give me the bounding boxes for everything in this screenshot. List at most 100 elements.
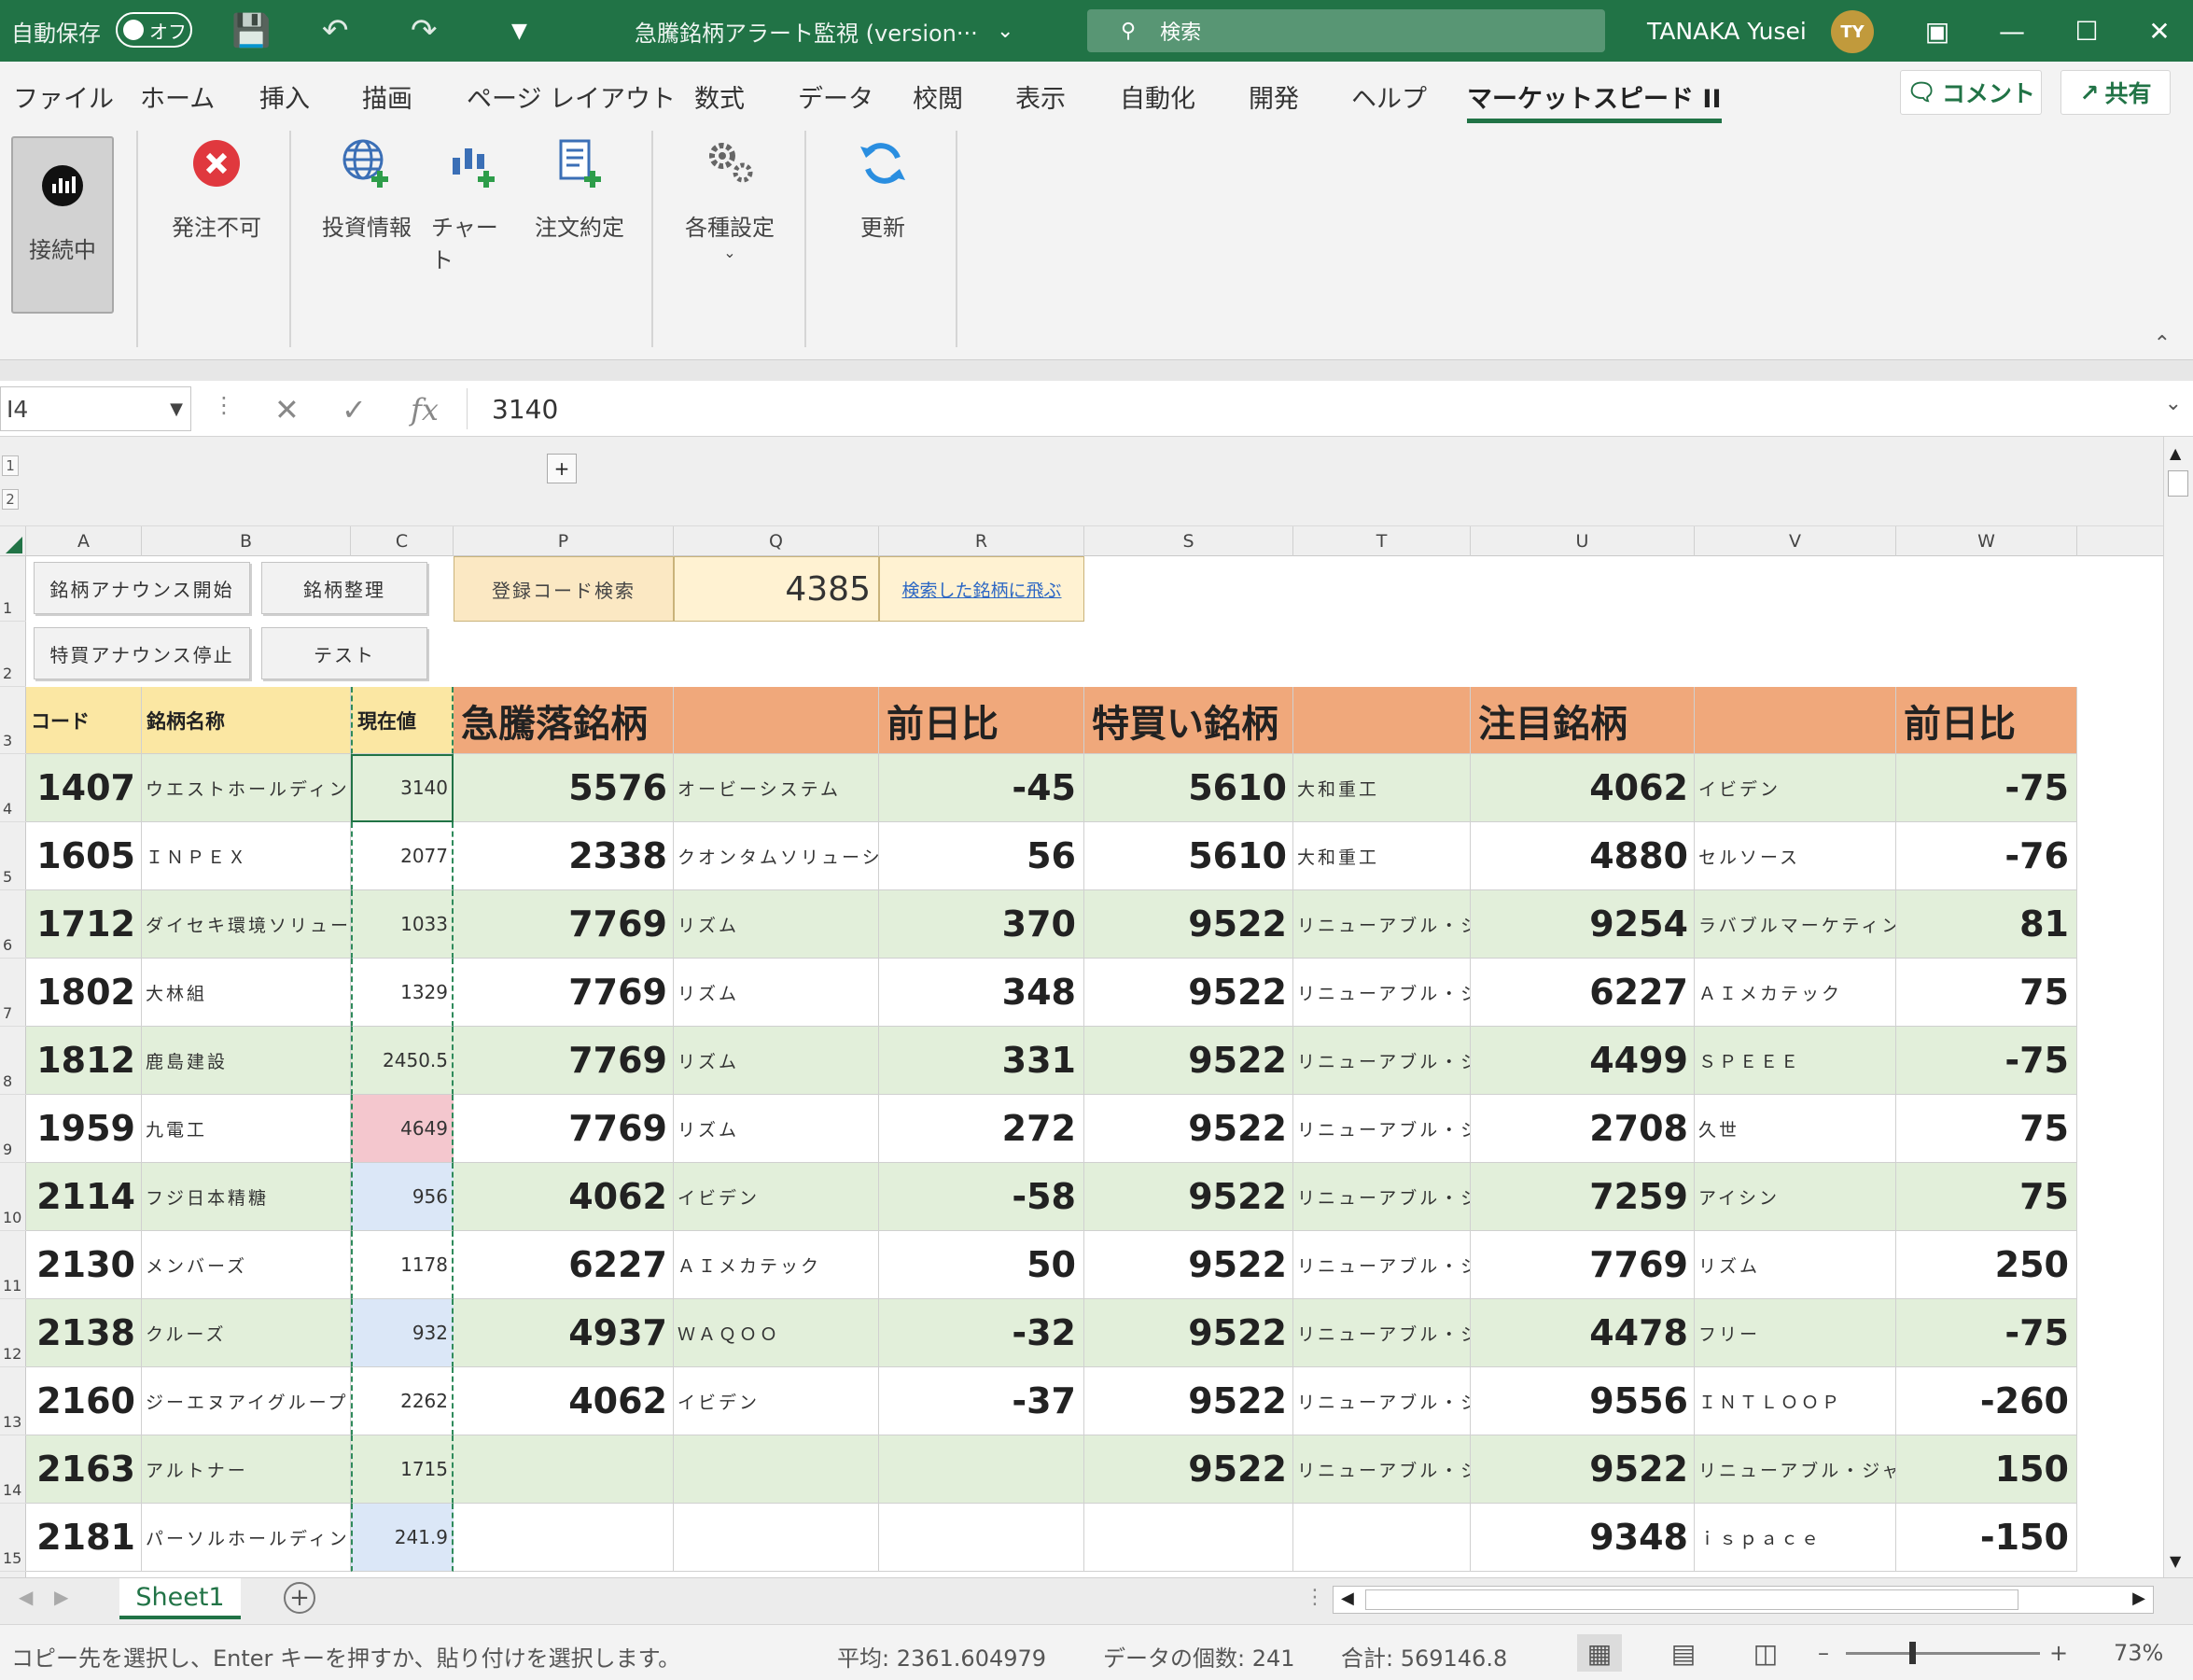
table-cell-special-name[interactable]: リニューアブル・ジ: [1293, 1095, 1471, 1163]
table-cell-special-name[interactable]: リニューアブル・ジ: [1293, 1231, 1471, 1299]
table-cell-special-code[interactable]: 9522: [1084, 1095, 1293, 1163]
table-cell-diff[interactable]: [879, 1504, 1084, 1572]
table-cell-watch-code[interactable]: 9348: [1471, 1504, 1695, 1572]
column-header[interactable]: V: [1695, 526, 1896, 556]
table-cell-code[interactable]: 2163: [26, 1435, 142, 1504]
table-cell-surge-name[interactable]: [674, 1504, 879, 1572]
table-cell-surge-name[interactable]: ＡＩメカテック: [674, 1231, 879, 1299]
page-layout-view-icon[interactable]: ▤: [1661, 1634, 1706, 1672]
table-cell-special-name[interactable]: リニューアブル・ジ: [1293, 959, 1471, 1027]
table-cell-special-name[interactable]: 大和重工: [1293, 822, 1471, 890]
table-cell-diff2[interactable]: -75: [1896, 1299, 2077, 1367]
table-cell-code[interactable]: 2138: [26, 1299, 142, 1367]
next-sheet-icon[interactable]: ▶: [54, 1586, 68, 1608]
table-cell-name[interactable]: パーソルホールディン: [142, 1504, 351, 1572]
splitter-icon[interactable]: ⋮: [1305, 1586, 1325, 1609]
table-cell-surge-code[interactable]: [454, 1435, 674, 1504]
autosave-toggle[interactable]: オフ: [116, 12, 192, 48]
table-cell-watch-code[interactable]: 4499: [1471, 1027, 1695, 1095]
table-cell-diff2[interactable]: -150: [1896, 1504, 2077, 1572]
user-name[interactable]: TANAKA Yusei: [1647, 0, 1807, 62]
row-header[interactable]: 4: [0, 754, 26, 822]
table-cell-special-name[interactable]: リニューアブル・ジ: [1293, 1435, 1471, 1504]
tab-help[interactable]: ヘルプ: [1351, 78, 1427, 115]
row-header[interactable]: 1: [0, 556, 26, 622]
table-cell-price[interactable]: 3140: [351, 754, 454, 822]
table-cell-surge-name[interactable]: リズム: [674, 890, 879, 959]
table-cell-name[interactable]: 大林組: [142, 959, 351, 1027]
table-cell-diff2[interactable]: 81: [1896, 890, 2077, 959]
tab-automate[interactable]: 自動化: [1120, 78, 1195, 115]
normal-view-icon[interactable]: ▦: [1577, 1634, 1622, 1672]
table-cell-surge-code[interactable]: 4062: [454, 1367, 674, 1435]
row-header[interactable]: 10: [0, 1163, 26, 1231]
column-header[interactable]: Q: [674, 526, 879, 556]
table-cell-watch-code[interactable]: 6227: [1471, 959, 1695, 1027]
table-cell-surge-code[interactable]: 7769: [454, 959, 674, 1027]
prev-sheet-icon[interactable]: ◀: [19, 1586, 33, 1608]
table-cell-special-code[interactable]: 9522: [1084, 1435, 1293, 1504]
table-cell-surge-code[interactable]: 4937: [454, 1299, 674, 1367]
row-header[interactable]: 2: [0, 622, 26, 687]
table-cell-watch-code[interactable]: 2708: [1471, 1095, 1695, 1163]
table-cell-price[interactable]: 2077: [351, 822, 454, 890]
status-sum[interactable]: 合計: 569146.8: [1341, 1640, 1507, 1673]
table-cell-watch-code[interactable]: 9556: [1471, 1367, 1695, 1435]
sheet-cells[interactable]: 銘柄アナウンス開始 銘柄整理 特買アナウンス停止 テスト 登録コード検索 4385 検索した…: [26, 556, 2163, 1577]
table-cell-diff2[interactable]: -76: [1896, 822, 2077, 890]
table-cell-watch-name[interactable]: ＩＮＴＬＯＯＰ: [1695, 1367, 1896, 1435]
table-cell-diff[interactable]: 370: [879, 890, 1084, 959]
table-cell-price[interactable]: 1178: [351, 1231, 454, 1299]
column-header[interactable]: T: [1293, 526, 1471, 556]
table-cell-price[interactable]: 241.9: [351, 1504, 454, 1572]
save-icon[interactable]: 💾: [231, 0, 271, 62]
table-cell-surge-code[interactable]: 7769: [454, 1027, 674, 1095]
table-cell-price[interactable]: 2262: [351, 1367, 454, 1435]
enter-icon[interactable]: ✓: [342, 392, 367, 427]
table-cell-special-code[interactable]: 5610: [1084, 754, 1293, 822]
table-cell-watch-name[interactable]: ＡＩメカテック: [1695, 959, 1896, 1027]
vertical-scrollbar[interactable]: ▲ ▼: [2163, 437, 2193, 1577]
row-header[interactable]: 3: [0, 687, 26, 754]
comment-button[interactable]: 🗨 コメント: [1900, 70, 2042, 115]
table-cell-surge-code[interactable]: 7769: [454, 1095, 674, 1163]
table-cell-name[interactable]: 九電工: [142, 1095, 351, 1163]
table-cell-surge-name[interactable]: リズム: [674, 959, 879, 1027]
table-cell-watch-code[interactable]: 9254: [1471, 890, 1695, 959]
table-cell-surge-name[interactable]: イビデン: [674, 1367, 879, 1435]
table-cell-special-code[interactable]: 5610: [1084, 822, 1293, 890]
table-cell-special-name[interactable]: リニューアブル・ジ: [1293, 1027, 1471, 1095]
table-cell-price[interactable]: 2450.5: [351, 1027, 454, 1095]
table-cell-code[interactable]: 1407: [26, 754, 142, 822]
table-cell-watch-code[interactable]: 7769: [1471, 1231, 1695, 1299]
table-cell-watch-name[interactable]: イビデン: [1695, 754, 1896, 822]
table-cell-watch-code[interactable]: 4062: [1471, 754, 1695, 822]
order-fill-button[interactable]: 注文約定: [528, 134, 631, 242]
add-sheet-icon[interactable]: +: [284, 1582, 315, 1614]
table-cell-diff2[interactable]: 75: [1896, 1095, 2077, 1163]
tab-insert[interactable]: 挿入: [259, 78, 310, 115]
table-cell-code[interactable]: 2130: [26, 1231, 142, 1299]
scroll-up-icon[interactable]: ▲: [2170, 444, 2181, 462]
row-header[interactable]: 7: [0, 959, 26, 1027]
table-cell-surge-name[interactable]: リズム: [674, 1027, 879, 1095]
zoom-slider-thumb[interactable]: [1909, 1642, 1916, 1664]
tab-draw[interactable]: 描画: [362, 78, 412, 115]
table-cell-price[interactable]: 1715: [351, 1435, 454, 1504]
row-header[interactable]: 6: [0, 890, 26, 959]
outline-level-1[interactable]: 1: [2, 455, 19, 476]
table-cell-watch-name[interactable]: リニューアブル・ジャ: [1695, 1435, 1896, 1504]
expand-group-icon[interactable]: +: [547, 454, 577, 483]
table-cell-diff2[interactable]: 150: [1896, 1435, 2077, 1504]
table-cell-special-name[interactable]: リニューアブル・ジ: [1293, 1299, 1471, 1367]
maximize-icon[interactable]: ☐: [2059, 0, 2115, 62]
table-cell-name[interactable]: フジ日本精糖: [142, 1163, 351, 1231]
table-cell-price[interactable]: 932: [351, 1299, 454, 1367]
table-cell-special-name[interactable]: リニューアブル・ジ: [1293, 890, 1471, 959]
status-average[interactable]: 平均: 2361.604979: [837, 1640, 1046, 1673]
select-all-corner[interactable]: [0, 526, 26, 556]
announce-stop-button[interactable]: 特買アナウンス停止: [34, 627, 250, 679]
table-cell-diff2[interactable]: -75: [1896, 1027, 2077, 1095]
avatar[interactable]: TY: [1831, 10, 1874, 53]
table-cell-diff2[interactable]: 75: [1896, 1163, 2077, 1231]
